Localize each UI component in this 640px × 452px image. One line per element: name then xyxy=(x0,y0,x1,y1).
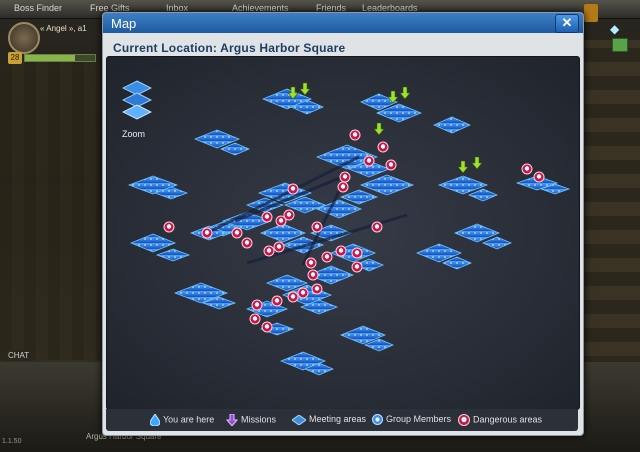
danger-marker-skull xyxy=(314,224,320,229)
danger-marker-skull xyxy=(234,230,240,235)
close-button[interactable]: ✕ xyxy=(555,14,579,33)
danger-marker-skull xyxy=(380,144,386,149)
gem-icon[interactable]: ◆ xyxy=(610,22,619,36)
legend-label: Dangerous areas xyxy=(473,414,543,425)
legend-meeting-areas: Meeting areas xyxy=(292,414,366,425)
avatar[interactable] xyxy=(8,22,40,54)
danger-marker-skull xyxy=(388,162,394,167)
danger-marker-skull xyxy=(290,294,296,299)
danger-marker-skull xyxy=(354,250,360,255)
danger-marker-skull xyxy=(354,264,360,269)
map-legend: You are here Missions Meeting areas Grou… xyxy=(106,409,578,431)
danger-marker-skull xyxy=(274,298,280,303)
legend-dangerous-areas: Dangerous areas xyxy=(458,414,542,426)
danger-marker-skull xyxy=(290,186,296,191)
city-map[interactable]: Zoom xyxy=(106,56,580,410)
mission-marker[interactable] xyxy=(373,122,385,136)
zoom-control[interactable] xyxy=(121,79,153,129)
meeting-area-icon xyxy=(292,414,306,425)
close-icon: ✕ xyxy=(561,15,573,30)
legend-label: Group Members xyxy=(386,414,452,424)
danger-marker-skull xyxy=(352,132,358,137)
danger-marker-skull xyxy=(264,214,270,219)
district-block xyxy=(155,248,191,262)
danger-marker-skull xyxy=(314,286,320,291)
mission-marker[interactable] xyxy=(457,160,469,174)
danger-marker-skull xyxy=(524,166,530,171)
city-map-canvas xyxy=(127,82,571,376)
map-dialog: Map ✕ Current Location: Argus Harbor Squ… xyxy=(102,12,584,436)
health-bar-fill xyxy=(25,55,76,61)
danger-marker-skull xyxy=(252,316,258,321)
version-label: 1.1.50 xyxy=(2,438,22,445)
tab-boss-finder[interactable]: Boss Finder xyxy=(14,3,62,13)
danger-marker-skull xyxy=(204,230,210,235)
water-drop-icon xyxy=(150,414,160,426)
dialog-header: Map ✕ xyxy=(103,13,583,33)
danger-marker-skull xyxy=(366,158,372,163)
legend-group-members: Group Members xyxy=(372,414,452,426)
legend-label: Missions xyxy=(241,414,277,425)
player-name: « Angel », a1 xyxy=(40,24,87,33)
danger-marker-skull xyxy=(286,212,292,217)
district-block xyxy=(359,174,415,196)
danger-marker-skull xyxy=(254,302,260,307)
danger-marker-skull xyxy=(342,174,348,179)
danger-skull-icon xyxy=(458,414,470,426)
danger-marker-skull xyxy=(300,290,306,295)
mission-marker[interactable] xyxy=(299,82,311,96)
side-panel-backdrop xyxy=(582,40,640,370)
mission-marker[interactable] xyxy=(471,156,483,170)
zoom-label: Zoom xyxy=(122,129,146,139)
level-badge: 28 xyxy=(8,52,22,64)
district-block xyxy=(315,199,363,219)
danger-marker-skull xyxy=(276,244,282,249)
danger-marker-skull xyxy=(166,224,172,229)
cash-icon[interactable] xyxy=(612,38,628,52)
side-button[interactable] xyxy=(584,4,598,22)
danger-marker-skull xyxy=(310,272,316,277)
street-backdrop xyxy=(0,60,100,360)
mission-arrow-icon xyxy=(226,414,238,426)
danger-marker-skull xyxy=(278,218,284,223)
legend-you-are-here: You are here xyxy=(150,414,214,426)
legend-label: Meeting areas xyxy=(309,414,367,424)
danger-marker-skull xyxy=(338,248,344,253)
mission-marker[interactable] xyxy=(399,86,411,100)
dialog-title: Map xyxy=(111,16,137,31)
legend-missions: Missions xyxy=(226,414,276,426)
district-block xyxy=(433,116,471,134)
chat-toggle[interactable]: CHAT xyxy=(4,350,34,361)
danger-marker-skull xyxy=(374,224,380,229)
danger-marker-skull xyxy=(244,240,250,245)
danger-marker-skull xyxy=(308,260,314,265)
danger-marker-skull xyxy=(536,174,542,179)
danger-marker-skull xyxy=(340,184,346,189)
district-block xyxy=(129,233,177,253)
zoom-layers-icon xyxy=(121,80,153,120)
group-member-icon xyxy=(372,414,383,426)
health-bar xyxy=(24,54,96,62)
danger-marker-skull xyxy=(266,248,272,253)
district-block xyxy=(481,236,513,250)
current-location: Current Location: Argus Harbor Square xyxy=(113,41,346,55)
danger-marker-skull xyxy=(324,254,330,259)
danger-marker-skull xyxy=(264,324,270,329)
district-block xyxy=(467,188,499,202)
legend-label: You are here xyxy=(163,414,215,425)
district-block xyxy=(339,189,379,205)
